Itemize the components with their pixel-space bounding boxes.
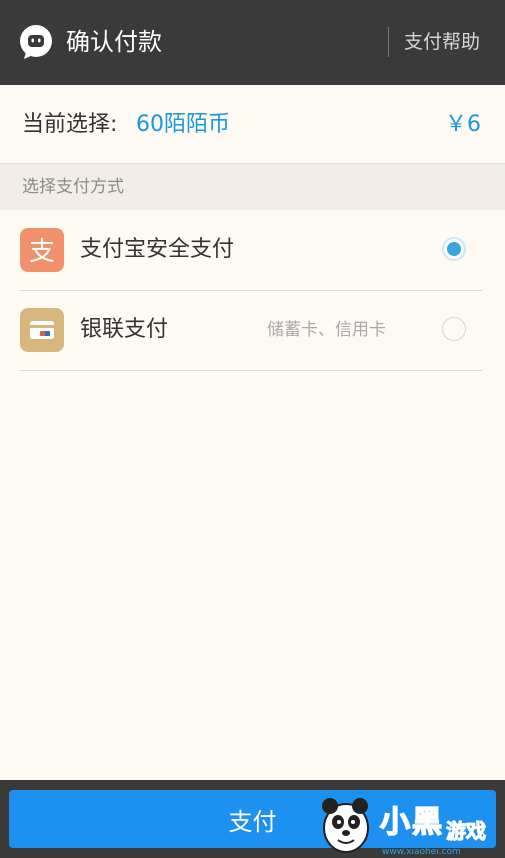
selection-item: 60陌陌币	[136, 112, 230, 137]
svg-text:www.xiaohei.com: www.xiaohei.com	[382, 847, 461, 857]
selection-price: ￥6	[445, 112, 481, 137]
payment-option-label: 支付宝安全支付	[80, 237, 235, 262]
section-title: 选择支付方式	[22, 177, 124, 197]
svg-text:小: 小	[380, 805, 410, 840]
help-link[interactable]: 支付帮助	[404, 28, 480, 56]
payment-option-alipay[interactable]: 支 支付宝安全支付	[20, 210, 482, 291]
selection-label: 当前选择:	[22, 112, 118, 137]
payment-option-label: 银联支付	[80, 317, 169, 342]
top-bar: 确认付款 支付帮助	[0, 0, 505, 85]
payment-section-header: 选择支付方式	[0, 164, 505, 210]
radio-selected[interactable]	[442, 237, 466, 261]
xiaohei-watermark-logo: 小 黑 游戏 www.xiaohei.com	[322, 798, 487, 857]
radio-unselected[interactable]	[442, 317, 466, 341]
alipay-icon: 支	[20, 228, 64, 272]
svg-text:黑: 黑	[412, 805, 442, 840]
page-title: 确认付款	[66, 28, 162, 56]
header-divider	[388, 27, 389, 57]
momo-logo-icon[interactable]	[18, 24, 54, 60]
svg-text:支: 支	[29, 237, 55, 267]
current-selection: 当前选择: 60陌陌币 ￥6	[0, 85, 505, 164]
payment-option-unionpay[interactable]: 银联支付 储蓄卡、信用卡	[20, 290, 482, 371]
payment-option-subtitle: 储蓄卡、信用卡	[267, 320, 386, 340]
svg-text:游戏: 游戏	[446, 819, 486, 843]
unionpay-card-icon	[20, 308, 64, 352]
